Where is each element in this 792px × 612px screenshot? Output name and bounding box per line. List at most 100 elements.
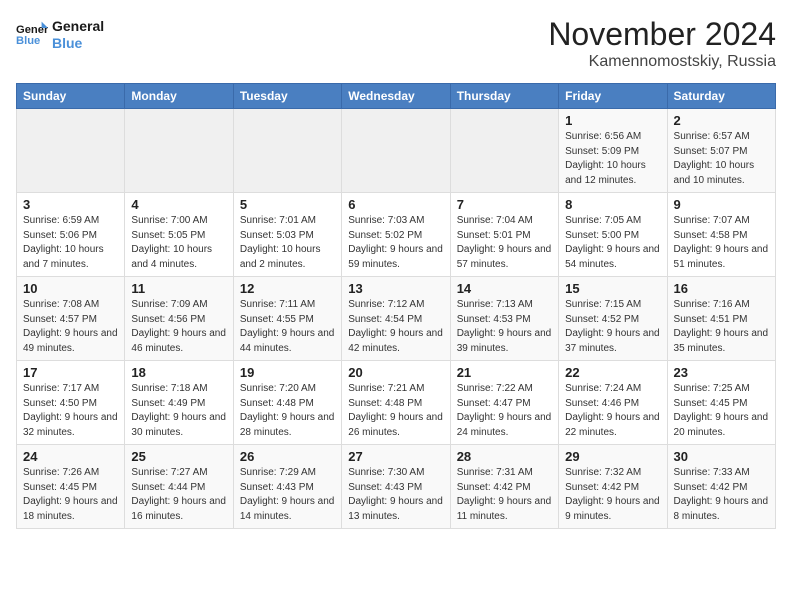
day-info: Sunrise: 7:11 AM Sunset: 4:55 PM Dayligh…	[240, 298, 335, 356]
day-number: 17	[23, 365, 118, 380]
day-number: 2	[674, 113, 769, 128]
calendar-cell: 27Sunrise: 7:30 AM Sunset: 4:43 PM Dayli…	[342, 445, 450, 529]
calendar-cell: 13 Sunrise: 7:12 AM Sunset: 4:54 PM Dayli…	[342, 277, 450, 361]
day-info: Sunrise: 6:56 AM Sunset: 5:09 PM Dayligh…	[565, 130, 660, 188]
month-title: November 2024	[548, 16, 776, 53]
calendar-week-row: 1 Sunrise: 6:56 AM Sunset: 5:09 PM Daylig…	[17, 109, 776, 193]
calendar-cell: 29Sunrise: 7:32 AM Sunset: 4:42 PM Dayli…	[559, 445, 667, 529]
day-number: 30	[674, 449, 769, 464]
calendar-cell: 14 Sunrise: 7:13 AM Sunset: 4:53 PM Dayli…	[450, 277, 558, 361]
calendar-week-row: 17Sunrise: 7:17 AM Sunset: 4:50 PM Dayli…	[17, 361, 776, 445]
calendar-cell: 12 Sunrise: 7:11 AM Sunset: 4:55 PM Dayli…	[233, 277, 341, 361]
day-info: Sunrise: 7:31 AM Sunset: 4:42 PM Dayligh…	[457, 466, 552, 524]
day-number: 8	[565, 197, 660, 212]
day-info: Sunrise: 7:07 AM Sunset: 4:58 PM Dayligh…	[674, 214, 769, 272]
calendar-cell: 28 Sunrise: 7:31 AM Sunset: 4:42 PM Dayli…	[450, 445, 558, 529]
weekday-header-monday: Monday	[125, 84, 233, 109]
title-block: November 2024 Kamennomostskiy, Russia	[548, 16, 776, 71]
day-number: 14	[457, 281, 552, 296]
day-info: Sunrise: 7:00 AM Sunset: 5:05 PM Dayligh…	[131, 214, 226, 272]
day-info: Sunrise: 7:27 AM Sunset: 4:44 PM Dayligh…	[131, 466, 226, 524]
calendar-header: SundayMondayTuesdayWednesdayThursdayFrid…	[17, 84, 776, 109]
calendar-cell	[450, 109, 558, 193]
day-number: 25	[131, 449, 226, 464]
calendar-cell: 26Sunrise: 7:29 AM Sunset: 4:43 PM Dayli…	[233, 445, 341, 529]
day-number: 9	[674, 197, 769, 212]
day-info: Sunrise: 7:03 AM Sunset: 5:02 PM Dayligh…	[348, 214, 443, 272]
day-info: Sunrise: 7:12 AM Sunset: 4:54 PM Dayligh…	[348, 298, 443, 356]
calendar-cell: 17Sunrise: 7:17 AM Sunset: 4:50 PM Dayli…	[17, 361, 125, 445]
day-number: 22	[565, 365, 660, 380]
calendar-cell: 8 Sunrise: 7:05 AM Sunset: 5:00 PM Daylig…	[559, 193, 667, 277]
calendar-cell: 18 Sunrise: 7:18 AM Sunset: 4:49 PM Dayli…	[125, 361, 233, 445]
calendar-week-row: 3Sunrise: 6:59 AM Sunset: 5:06 PM Daylig…	[17, 193, 776, 277]
calendar-cell: 1 Sunrise: 6:56 AM Sunset: 5:09 PM Daylig…	[559, 109, 667, 193]
day-info: Sunrise: 7:08 AM Sunset: 4:57 PM Dayligh…	[23, 298, 118, 356]
day-info: Sunrise: 6:57 AM Sunset: 5:07 PM Dayligh…	[674, 130, 769, 188]
day-info: Sunrise: 7:13 AM Sunset: 4:53 PM Dayligh…	[457, 298, 552, 356]
day-info: Sunrise: 7:24 AM Sunset: 4:46 PM Dayligh…	[565, 382, 660, 440]
day-info: Sunrise: 7:15 AM Sunset: 4:52 PM Dayligh…	[565, 298, 660, 356]
calendar-body: 1 Sunrise: 6:56 AM Sunset: 5:09 PM Daylig…	[17, 109, 776, 529]
calendar-cell: 5 Sunrise: 7:01 AM Sunset: 5:03 PM Daylig…	[233, 193, 341, 277]
day-info: Sunrise: 7:30 AM Sunset: 4:43 PM Dayligh…	[348, 466, 443, 524]
day-number: 19	[240, 365, 335, 380]
calendar-cell: 7 Sunrise: 7:04 AM Sunset: 5:01 PM Daylig…	[450, 193, 558, 277]
day-number: 18	[131, 365, 226, 380]
day-info: Sunrise: 7:09 AM Sunset: 4:56 PM Dayligh…	[131, 298, 226, 356]
calendar-cell	[17, 109, 125, 193]
day-info: Sunrise: 7:04 AM Sunset: 5:01 PM Dayligh…	[457, 214, 552, 272]
weekday-header-wednesday: Wednesday	[342, 84, 450, 109]
logo: General Blue General Blue	[16, 16, 104, 52]
day-number: 23	[674, 365, 769, 380]
day-info: Sunrise: 7:26 AM Sunset: 4:45 PM Dayligh…	[23, 466, 118, 524]
day-info: Sunrise: 7:32 AM Sunset: 4:42 PM Dayligh…	[565, 466, 660, 524]
day-number: 13	[348, 281, 443, 296]
day-number: 28	[457, 449, 552, 464]
calendar-cell	[233, 109, 341, 193]
day-number: 5	[240, 197, 335, 212]
logo-blue-text: Blue	[52, 35, 104, 52]
logo-icon: General Blue	[16, 20, 48, 48]
day-number: 7	[457, 197, 552, 212]
day-info: Sunrise: 7:21 AM Sunset: 4:48 PM Dayligh…	[348, 382, 443, 440]
day-number: 16	[674, 281, 769, 296]
calendar-cell: 21 Sunrise: 7:22 AM Sunset: 4:47 PM Dayli…	[450, 361, 558, 445]
calendar-cell: 9 Sunrise: 7:07 AM Sunset: 4:58 PM Daylig…	[667, 193, 775, 277]
day-info: Sunrise: 7:01 AM Sunset: 5:03 PM Dayligh…	[240, 214, 335, 272]
day-info: Sunrise: 7:16 AM Sunset: 4:51 PM Dayligh…	[674, 298, 769, 356]
calendar-cell: 6 Sunrise: 7:03 AM Sunset: 5:02 PM Daylig…	[342, 193, 450, 277]
weekday-header-tuesday: Tuesday	[233, 84, 341, 109]
calendar-cell: 23Sunrise: 7:25 AM Sunset: 4:45 PM Dayli…	[667, 361, 775, 445]
day-number: 11	[131, 281, 226, 296]
calendar-cell: 22 Sunrise: 7:24 AM Sunset: 4:46 PM Dayli…	[559, 361, 667, 445]
day-number: 20	[348, 365, 443, 380]
day-number: 6	[348, 197, 443, 212]
day-info: Sunrise: 7:18 AM Sunset: 4:49 PM Dayligh…	[131, 382, 226, 440]
day-number: 21	[457, 365, 552, 380]
calendar-cell	[342, 109, 450, 193]
day-info: Sunrise: 7:05 AM Sunset: 5:00 PM Dayligh…	[565, 214, 660, 272]
calendar-cell: 20 Sunrise: 7:21 AM Sunset: 4:48 PM Dayli…	[342, 361, 450, 445]
page-header: General Blue General Blue November 2024 …	[16, 16, 776, 71]
calendar-cell: 25 Sunrise: 7:27 AM Sunset: 4:44 PM Dayli…	[125, 445, 233, 529]
calendar-cell: 15Sunrise: 7:15 AM Sunset: 4:52 PM Dayli…	[559, 277, 667, 361]
day-info: Sunrise: 7:22 AM Sunset: 4:47 PM Dayligh…	[457, 382, 552, 440]
day-number: 12	[240, 281, 335, 296]
calendar-cell: 16 Sunrise: 7:16 AM Sunset: 4:51 PM Dayli…	[667, 277, 775, 361]
calendar-cell: 24Sunrise: 7:26 AM Sunset: 4:45 PM Dayli…	[17, 445, 125, 529]
day-number: 1	[565, 113, 660, 128]
day-number: 3	[23, 197, 118, 212]
calendar-table: SundayMondayTuesdayWednesdayThursdayFrid…	[16, 83, 776, 529]
calendar-cell: 10Sunrise: 7:08 AM Sunset: 4:57 PM Dayli…	[17, 277, 125, 361]
day-info: Sunrise: 7:20 AM Sunset: 4:48 PM Dayligh…	[240, 382, 335, 440]
weekday-header-row: SundayMondayTuesdayWednesdayThursdayFrid…	[17, 84, 776, 109]
weekday-header-sunday: Sunday	[17, 84, 125, 109]
calendar-cell: 19 Sunrise: 7:20 AM Sunset: 4:48 PM Dayli…	[233, 361, 341, 445]
location-text: Kamennomostskiy, Russia	[548, 53, 776, 71]
weekday-header-friday: Friday	[559, 84, 667, 109]
calendar-cell: 30 Sunrise: 7:33 AM Sunset: 4:42 PM Dayli…	[667, 445, 775, 529]
calendar-week-row: 10Sunrise: 7:08 AM Sunset: 4:57 PM Dayli…	[17, 277, 776, 361]
svg-text:Blue: Blue	[16, 35, 40, 47]
day-info: Sunrise: 7:33 AM Sunset: 4:42 PM Dayligh…	[674, 466, 769, 524]
